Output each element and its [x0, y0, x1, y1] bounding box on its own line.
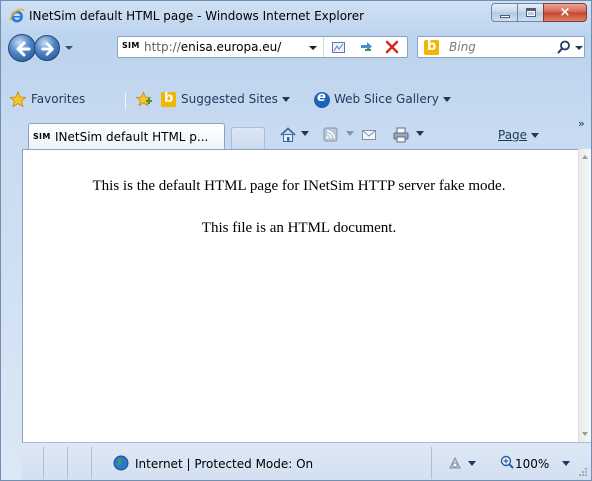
globe-icon [113, 455, 129, 471]
navigation-bar: SIM http://enisa.europa.eu/ b Bing [1, 32, 591, 62]
page-content: This is the default HTML page for INetSi… [22, 149, 578, 442]
status-bar: Internet | Protected Mode: On 100% [22, 442, 591, 480]
bing-icon: b [161, 91, 176, 107]
scroll-down-arrow-icon[interactable] [582, 432, 588, 436]
web-slice-gallery-button[interactable]: e Web Slice Gallery [314, 90, 464, 109]
content-line-1: This is the default HTML page for INetSi… [92, 178, 506, 194]
chevron-down-icon [531, 133, 540, 138]
title-bar[interactable]: INetSim default HTML page - Windows Inte… [1, 1, 591, 31]
chevron-down-icon [442, 97, 451, 102]
search-placeholder: Bing [449, 40, 476, 54]
chevron-down-icon [281, 97, 290, 102]
recent-pages-dropdown[interactable] [64, 43, 74, 53]
forward-arrow-icon [41, 42, 54, 56]
search-box[interactable]: b Bing [417, 36, 585, 58]
feeds-icon[interactable] [322, 126, 340, 144]
tab-and-command-bar: SIM INetSim default HTML p... Page » [1, 114, 591, 149]
new-tab-button[interactable] [231, 127, 265, 149]
tab-favicon: SIM [33, 132, 51, 141]
favorites-divider [125, 92, 126, 110]
back-button[interactable] [8, 34, 36, 62]
left-frame [1, 114, 22, 480]
maximize-icon [526, 8, 536, 17]
feeds-dropdown[interactable] [346, 131, 354, 136]
status-cell [44, 447, 68, 479]
favorites-star-icon [9, 91, 27, 108]
scroll-up-arrow-icon[interactable] [582, 155, 588, 159]
bing-icon: b [424, 39, 439, 55]
suggested-sites-button[interactable]: b Suggested Sites [161, 91, 301, 109]
vertical-scrollbar[interactable] [578, 149, 591, 442]
status-cell [68, 447, 92, 479]
home-dropdown[interactable] [301, 131, 309, 136]
search-options-dropdown-icon[interactable] [574, 43, 584, 53]
close-button[interactable]: × [543, 3, 587, 22]
add-to-favorites-bar-button[interactable] [135, 91, 153, 109]
zoom-icon[interactable] [500, 455, 514, 469]
url-host: enisa.europa.eu/ [180, 40, 282, 54]
forward-button[interactable] [34, 35, 60, 61]
site-favicon: SIM [122, 41, 140, 50]
status-cell [22, 447, 44, 479]
close-icon: × [559, 5, 571, 20]
ie-icon: e [314, 90, 330, 108]
print-dropdown[interactable] [416, 131, 424, 136]
web-slice-gallery-label: Web Slice Gallery [334, 92, 439, 106]
search-icon[interactable] [557, 40, 571, 54]
favorites-label: Favorites [31, 92, 86, 106]
tab-label: INetSim default HTML p... [55, 130, 209, 144]
zoom-level[interactable]: 100% [515, 457, 549, 471]
suggested-sites-label: Suggested Sites [181, 92, 278, 106]
address-url[interactable]: http://enisa.europa.eu/ [144, 40, 281, 54]
content-line-2: This file is an HTML document. [201, 220, 397, 236]
tab-inetsim[interactable]: SIM INetSim default HTML p... [28, 123, 225, 149]
minimize-button[interactable] [491, 3, 518, 22]
page-menu-label: Page [498, 128, 528, 142]
home-icon[interactable] [279, 126, 297, 144]
print-icon[interactable] [392, 126, 410, 144]
back-arrow-icon [16, 41, 31, 57]
more-commands-chevron[interactable]: » [578, 117, 585, 130]
refresh-icon[interactable] [358, 40, 374, 55]
internet-explorer-icon [9, 8, 25, 23]
favorites-button[interactable]: Favorites [9, 91, 115, 109]
resize-grip-icon[interactable] [578, 467, 588, 477]
status-cell [432, 447, 482, 479]
window-controls: × [491, 3, 587, 23]
address-dropdown-icon[interactable] [308, 43, 318, 53]
compatibility-view-icon[interactable] [331, 40, 346, 55]
window-title: INetSim default HTML page - Windows Inte… [29, 9, 365, 23]
address-bar[interactable]: SIM http://enisa.europa.eu/ [117, 36, 408, 58]
url-scheme: http:// [144, 40, 181, 54]
favorites-bar: Favorites b Suggested Sites e Web Slice … [1, 86, 591, 114]
stop-icon[interactable] [384, 39, 400, 55]
page-menu[interactable]: Page [498, 128, 540, 142]
browser-window: INetSim default HTML page - Windows Inte… [0, 0, 592, 481]
maximize-button[interactable] [517, 3, 544, 22]
address-divider [323, 37, 324, 57]
security-zone-text: Internet | Protected Mode: On [135, 457, 314, 471]
zoom-dropdown-icon[interactable] [562, 461, 570, 466]
read-mail-icon[interactable] [360, 126, 378, 144]
add-to-favorites-icon [135, 91, 152, 107]
minimize-icon [500, 15, 510, 18]
